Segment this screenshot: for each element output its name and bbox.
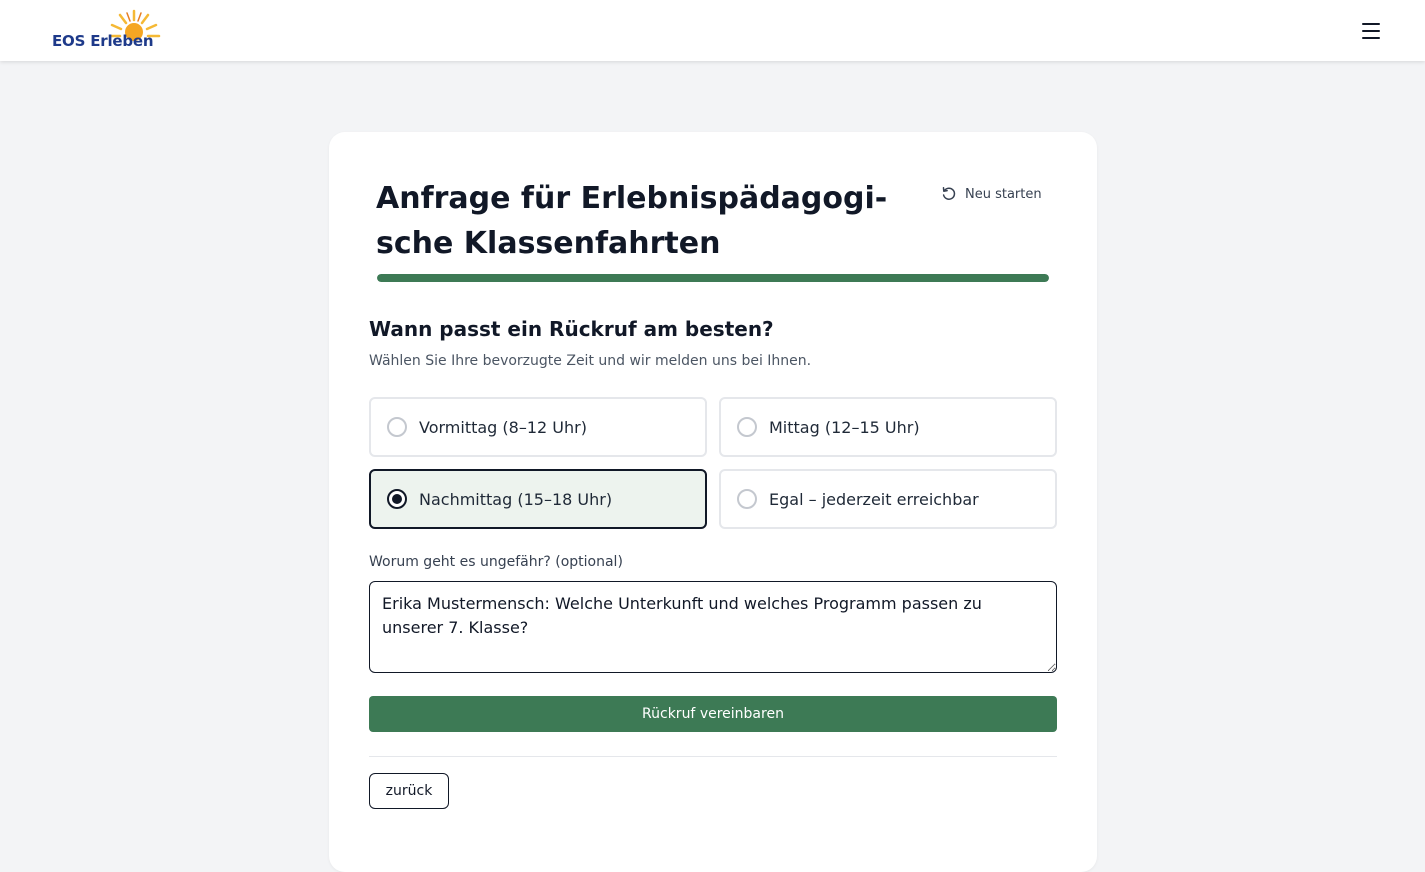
divider <box>369 756 1057 757</box>
radio-button[interactable] <box>387 417 407 437</box>
radio-button[interactable] <box>737 417 757 437</box>
progress-fill <box>377 274 1049 282</box>
restart-label: Neu starten <box>965 186 1042 202</box>
option-vormittag[interactable]: Vormittag (8–12 Uhr) <box>369 397 707 457</box>
menu-bar <box>1362 30 1380 32</box>
page-title: Anfrage für Erlebnispädagogi-sche Klasse… <box>376 181 888 261</box>
option-label: Nachmittag (15–18 Uhr) <box>419 489 613 509</box>
option-label: Vormittag (8–12 Uhr) <box>419 417 587 437</box>
top-navigation-bar: EOS Erleben <box>0 0 1425 61</box>
back-button[interactable]: zurück <box>369 773 449 809</box>
restart-button[interactable]: Neu starten <box>941 184 1042 204</box>
option-label: Mittag (12–15 Uhr) <box>769 417 920 437</box>
radio-button[interactable] <box>387 489 407 509</box>
eos-erleben-logo[interactable]: EOS Erleben <box>52 8 164 54</box>
question-subtitle: Wählen Sie Ihre bevorzugte Zeit und wir … <box>369 353 812 369</box>
question-heading: Wann passt ein Rückruf am besten? <box>369 317 774 341</box>
menu-bar <box>1362 23 1380 25</box>
topic-textarea[interactable]: Erika Mustermensch: Welche Unterkunft un… <box>369 581 1057 673</box>
request-form-card: Anfrage für Erlebnispädagogi-sche Klasse… <box>329 132 1097 872</box>
logo-text: EOS Erleben <box>52 32 154 50</box>
restart-icon <box>942 187 956 200</box>
schedule-callback-button[interactable]: Rückruf vereinbaren <box>369 696 1057 732</box>
option-mittag[interactable]: Mittag (12–15 Uhr) <box>719 397 1057 457</box>
menu-bar <box>1362 37 1380 39</box>
radio-button[interactable] <box>737 489 757 509</box>
option-label: Egal – jederzeit erreichbar <box>769 489 979 509</box>
progress-bar <box>377 274 1049 282</box>
hamburger-menu-button[interactable] <box>1357 18 1385 44</box>
option-nachmittag[interactable]: Nachmittag (15–18 Uhr) <box>369 469 707 529</box>
topic-label: Worum geht es ungefähr? (optional) <box>369 554 623 570</box>
option-egal[interactable]: Egal – jederzeit erreichbar <box>719 469 1057 529</box>
